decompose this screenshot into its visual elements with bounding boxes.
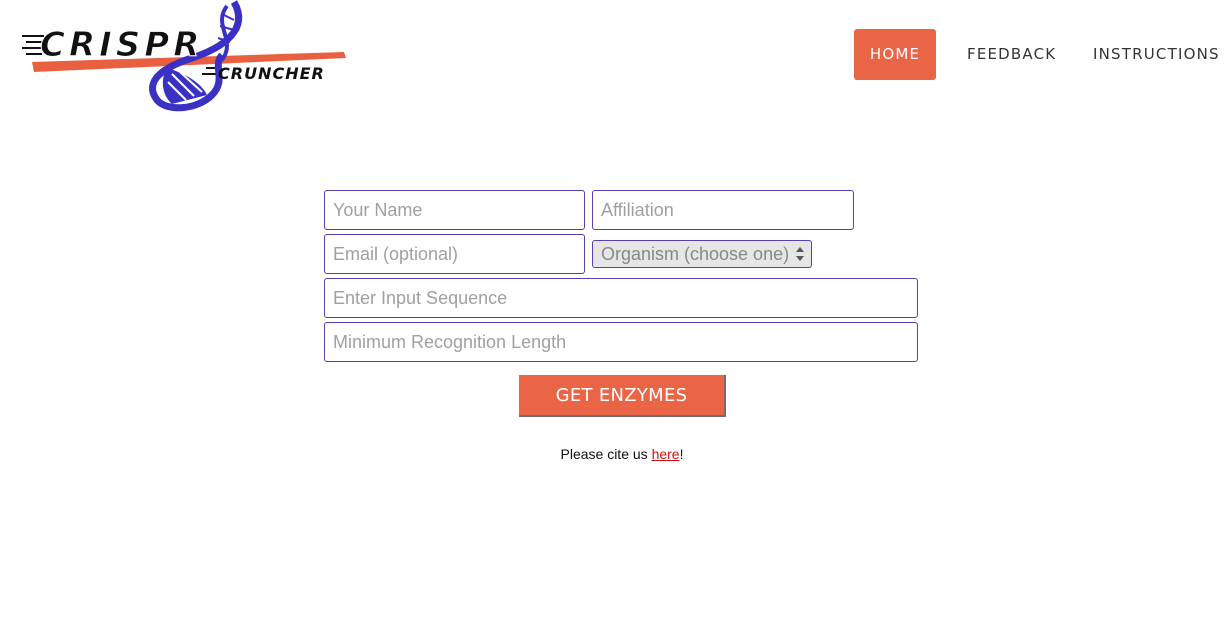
crispr-cruncher-logo[interactable]: CRISPR CRUNCHER — [22, 0, 352, 112]
organism-select-value: Organism (choose one) — [601, 244, 790, 264]
min-recognition-length-input[interactable] — [324, 322, 918, 362]
cite-prefix: Please cite us — [560, 446, 652, 462]
name-input[interactable] — [324, 190, 585, 230]
sequence-input[interactable] — [324, 278, 918, 318]
citation-note: Please cite us here! — [0, 446, 1226, 462]
cite-link[interactable]: here — [652, 446, 680, 462]
get-enzymes-button[interactable]: GET ENZYMES — [519, 375, 726, 417]
nav-home[interactable]: HOME — [854, 29, 936, 80]
select-arrows-icon — [795, 245, 805, 263]
affiliation-input[interactable] — [592, 190, 854, 230]
svg-text:CRISPR: CRISPR — [40, 25, 203, 65]
svg-text:CRUNCHER: CRUNCHER — [218, 64, 325, 83]
page: CRISPR CRUNCHER HOME FEEDBACK INSTRUCTIO… — [0, 0, 1226, 643]
organism-select[interactable]: Organism (choose one) — [592, 240, 812, 268]
nav-feedback[interactable]: FEEDBACK — [967, 29, 1056, 80]
cite-suffix: ! — [679, 446, 684, 462]
nav-instructions[interactable]: INSTRUCTIONS — [1093, 29, 1220, 80]
email-input[interactable] — [324, 234, 585, 274]
